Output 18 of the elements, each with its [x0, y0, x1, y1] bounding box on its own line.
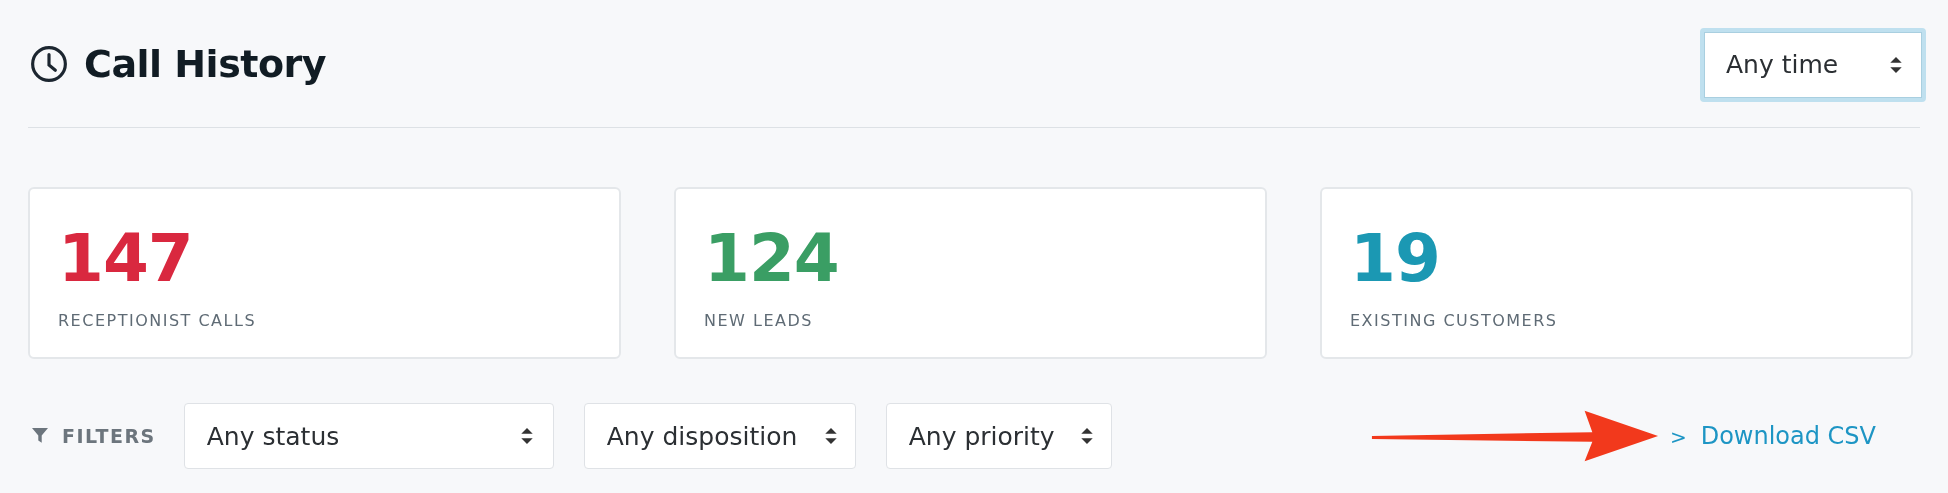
sort-icon [1080, 428, 1093, 444]
stat-label: NEW LEADS [704, 311, 814, 330]
filter-select[interactable]: Any status [183, 403, 554, 469]
stat-label: EXISTING CUSTOMERS [1350, 311, 1559, 330]
stat-value: 147 [58, 219, 194, 299]
filter-icon [32, 428, 48, 444]
filter-select[interactable]: Any priority [885, 403, 1112, 469]
stat-value: 19 [1350, 219, 1441, 299]
clock-icon [30, 44, 68, 83]
filters-label: FILTERS [62, 425, 156, 447]
time-select[interactable]: Any time [1700, 27, 1926, 102]
sort-icon [520, 428, 533, 444]
sort-icon [1890, 56, 1902, 73]
filter-select[interactable]: Any disposition [583, 403, 856, 469]
stat-label: RECEPTIONIST CALLS [58, 311, 258, 330]
stat-value: 124 [704, 219, 840, 299]
sort-icon [824, 428, 837, 444]
page-title: Call History [84, 41, 327, 86]
